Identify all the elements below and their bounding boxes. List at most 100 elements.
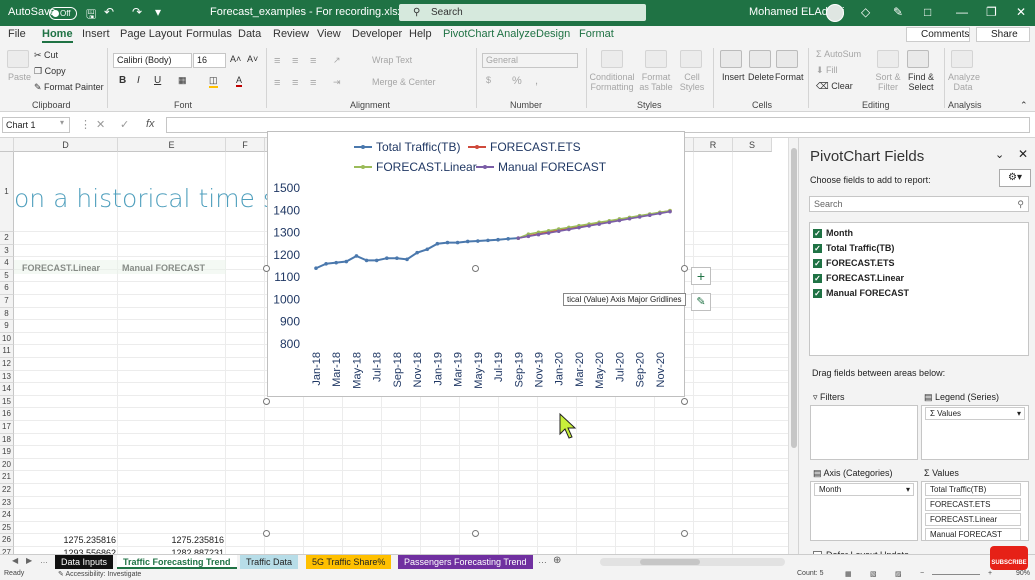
field-item-forecast-ets[interactable]: ✓ FORECAST.ETS — [813, 258, 895, 269]
row-header[interactable]: 5 — [0, 269, 14, 283]
scrollbar-thumb[interactable] — [640, 559, 700, 565]
comments-button[interactable]: Comments — [906, 27, 970, 42]
close-icon[interactable]: ✕ — [1016, 5, 1026, 19]
search-box[interactable]: ⚲ Search — [399, 4, 646, 21]
row-header[interactable]: 17 — [0, 421, 14, 434]
next-sheet-icon[interactable]: ▶ — [26, 556, 32, 565]
zoom-slider[interactable] — [932, 574, 980, 575]
analyze-data-button[interactable]: Analyze Data — [948, 72, 980, 92]
autosave-toggle[interactable]: Off — [49, 7, 77, 20]
row-header[interactable]: 4 — [0, 257, 14, 270]
clear-button[interactable]: ⌫ Clear — [816, 81, 853, 92]
ribbon-display-icon[interactable]: □ — [924, 5, 931, 19]
row-header[interactable]: 19 — [0, 446, 14, 459]
row-header[interactable]: 15 — [0, 395, 14, 409]
tab-page-layout[interactable]: Page Layout — [120, 28, 182, 40]
row-header[interactable]: 18 — [0, 433, 14, 447]
column-header[interactable]: S — [733, 138, 772, 152]
resize-handle[interactable] — [681, 530, 688, 537]
customize-toolbar-icon[interactable]: ▾ — [155, 5, 161, 19]
maximize-icon[interactable]: ❐ — [986, 5, 997, 19]
row-header[interactable]: 2 — [0, 232, 14, 245]
align-bottom-icon[interactable]: ≡ — [310, 55, 316, 67]
checkbox-checked-icon[interactable]: ✓ — [813, 229, 822, 239]
insert-cells-button[interactable]: Insert — [722, 72, 745, 82]
row-header[interactable]: 13 — [0, 370, 14, 384]
merge-center-button[interactable]: Merge & Center — [372, 77, 436, 87]
currency-icon[interactable]: $ — [486, 75, 491, 85]
row-header[interactable]: 22 — [0, 484, 14, 497]
align-right-icon[interactable]: ≡ — [310, 77, 316, 89]
chart-elements-button[interactable]: + — [691, 267, 711, 285]
enter-icon[interactable]: ✓ — [120, 118, 129, 131]
share-button[interactable]: Share — [976, 27, 1030, 42]
tab-file[interactable]: File — [8, 28, 26, 40]
tab-insert[interactable]: Insert — [82, 28, 110, 40]
tab-formulas[interactable]: Formulas — [186, 28, 232, 40]
sheet-tab[interactable]: Traffic Forecasting Trend — [117, 555, 237, 569]
resize-handle[interactable] — [681, 265, 688, 272]
column-header[interactable]: R — [694, 138, 733, 152]
resize-handle[interactable] — [472, 265, 479, 272]
paste-icon[interactable] — [7, 50, 29, 68]
sort-filter-button[interactable]: Sort & Filter — [875, 72, 901, 92]
format-painter-button[interactable]: ✎ Format Painter — [34, 82, 104, 93]
row-header[interactable]: 1 — [0, 152, 14, 232]
scrollbar-thumb[interactable] — [791, 148, 797, 448]
orientation-icon[interactable]: ↗ — [333, 55, 341, 66]
paste-button[interactable]: Paste — [8, 72, 31, 82]
row-header[interactable]: 23 — [0, 496, 14, 510]
checkbox-checked-icon[interactable]: ✓ — [813, 259, 822, 269]
field-item-total-traffic[interactable]: ✓ Total Traffic(TB) — [813, 243, 894, 254]
border-icon[interactable]: ▦ — [178, 75, 187, 86]
column-header[interactable]: E — [118, 138, 226, 152]
more-sheets-icon[interactable]: … — [40, 556, 48, 565]
redo-icon[interactable]: ↷ — [132, 5, 142, 19]
values-item[interactable]: FORECAST.ETS — [925, 498, 1021, 511]
pane-options-chevron-icon[interactable]: ⌄ — [995, 148, 1004, 161]
pivot-chart[interactable]: 800 900 1000 1100 1200 1300 1400 1500 Jan-18 Mar-… — [267, 131, 685, 397]
conditional-formatting-button[interactable]: Conditional Formatting — [589, 72, 635, 92]
autosum-button[interactable]: Σ AutoSum — [816, 49, 861, 59]
tab-design[interactable]: Design — [536, 28, 570, 40]
fill-color-icon[interactable]: ◫ — [209, 75, 218, 88]
horizontal-scrollbar[interactable] — [600, 558, 785, 566]
row-header[interactable]: 6 — [0, 282, 14, 295]
row-header[interactable]: 7 — [0, 295, 14, 308]
diamond-icon[interactable]: ◇ — [861, 5, 870, 19]
page-layout-view-icon[interactable]: ▧ — [870, 570, 877, 578]
row-header[interactable]: 8 — [0, 307, 14, 321]
row-header[interactable]: 14 — [0, 383, 14, 396]
sheet-tab[interactable]: Passengers Forecasting Trend — [398, 555, 533, 569]
axis-item-month[interactable]: Month ▾ — [814, 483, 914, 496]
row-header[interactable]: 26 — [0, 534, 14, 547]
underline-button[interactable]: U — [154, 75, 161, 86]
tab-pivotchart-analyze[interactable]: PivotChart Analyze — [443, 28, 536, 40]
cancel-icon[interactable]: ✕ — [96, 118, 105, 131]
cell-forecast-linear[interactable]: 1275.235816 — [16, 535, 116, 545]
resize-handle[interactable] — [263, 398, 270, 405]
checkbox-checked-icon[interactable]: ✓ — [813, 274, 822, 284]
decrease-font-icon[interactable]: A˅ — [247, 54, 258, 64]
prev-sheet-icon[interactable]: ◀ — [12, 556, 18, 565]
name-box-dropdown-icon[interactable]: ▾ — [60, 118, 64, 127]
column-header[interactable]: D — [14, 138, 118, 152]
fill-button[interactable]: ⬇ Fill — [816, 65, 838, 76]
cell-manual-forecast[interactable]: 1275.235816 — [124, 535, 224, 545]
save-icon[interactable]: 🖫 — [86, 5, 96, 26]
tab-format[interactable]: Format — [579, 28, 614, 40]
row-header[interactable]: 9 — [0, 320, 14, 333]
italic-button[interactable]: I — [137, 75, 140, 86]
row-header[interactable]: 3 — [0, 244, 14, 258]
collapse-ribbon-icon[interactable]: ⌃ — [1020, 100, 1028, 111]
values-item[interactable]: FORECAST.Linear — [925, 513, 1021, 526]
chart-styles-brush-icon[interactable]: ✎ — [691, 293, 711, 311]
values-item[interactable]: Manual FORECAST — [925, 528, 1021, 540]
zoom-in-icon[interactable]: + — [988, 570, 992, 577]
indent-icon[interactable]: ⇥ — [333, 77, 341, 88]
undo-icon[interactable]: ↶ — [104, 5, 114, 19]
pane-close-icon[interactable]: ✕ — [1018, 147, 1028, 161]
sheet-tab[interactable]: 5G Traffic Share% — [306, 555, 392, 569]
font-family-select[interactable]: Calibri (Body) — [113, 53, 192, 68]
align-top-icon[interactable]: ≡ — [274, 55, 280, 67]
